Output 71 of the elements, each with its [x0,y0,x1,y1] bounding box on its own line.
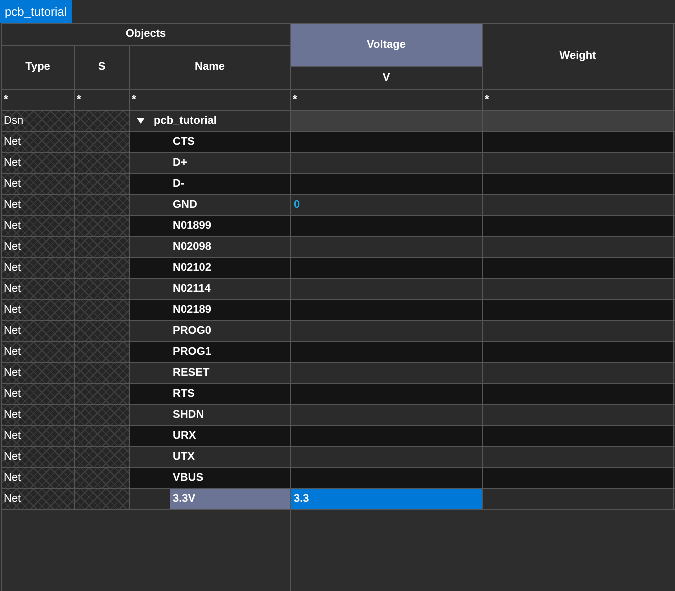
voltage-cell[interactable] [291,174,483,194]
type-cell: Net [2,237,75,257]
type-cell: Net [2,174,75,194]
filter-field[interactable]: * [483,90,674,110]
voltage-cell[interactable] [291,468,483,488]
type-cell: Dsn [2,111,75,131]
net-name[interactable]: RTS [170,384,290,404]
type-cell: Net [2,132,75,152]
net-name[interactable]: URX [170,426,290,446]
net-name[interactable]: PROG1 [170,342,290,362]
type-cell: Net [2,153,75,173]
node-name[interactable]: pcb_tutorial [154,112,217,130]
weight-cell[interactable] [483,300,674,320]
filter-field[interactable]: * [75,90,130,110]
net-name[interactable]: RESET [170,363,290,383]
type-cell: Net [2,300,75,320]
voltage-cell[interactable] [291,258,483,278]
filter-field[interactable]: * [130,90,291,110]
weight-cell[interactable] [483,174,674,194]
weight-cell[interactable] [483,468,674,488]
net-name[interactable]: CTS [170,132,290,152]
filter-field[interactable]: * [291,90,483,110]
voltage-value: 0 [294,198,300,213]
type-cell: Net [2,426,75,446]
voltage-cell[interactable] [291,216,483,236]
net-name[interactable]: N02098 [170,237,290,257]
type-cell: Net [2,363,75,383]
net-name[interactable]: N02114 [170,279,290,299]
type-cell: Net [2,447,75,467]
type-cell: Net [2,342,75,362]
weight-cell[interactable] [483,216,674,236]
voltage-cell[interactable] [291,384,483,404]
weight-cell[interactable] [483,342,674,362]
collapse-triangle-icon[interactable] [137,117,145,125]
type-cell: Net [2,195,75,215]
voltage-cell[interactable] [291,111,483,131]
net-name[interactable]: UTX [170,447,290,467]
type-cell: Net [2,405,75,425]
voltage-cell[interactable]: 3.3 [291,489,483,509]
net-name[interactable]: D- [170,174,290,194]
net-name[interactable]: SHDN [170,405,290,425]
voltage-value: 3.3 [294,492,310,507]
net-name[interactable]: N01899 [170,216,290,236]
weight-cell[interactable] [483,132,674,152]
column-header[interactable]: Voltage [291,24,483,67]
net-name[interactable]: D+ [170,153,290,173]
net-name[interactable]: N02102 [170,258,290,278]
weight-cell[interactable] [483,258,674,278]
net-name[interactable]: 3.3V [170,489,290,509]
type-cell: Net [2,216,75,236]
weight-cell[interactable] [483,426,674,446]
voltage-cell[interactable] [291,300,483,320]
filter-field[interactable]: * [2,90,75,110]
voltage-cell[interactable] [291,132,483,152]
voltage-cell[interactable]: 0 [291,195,483,215]
weight-cell[interactable] [483,111,674,131]
net-name[interactable]: GND [170,195,290,215]
document-tab[interactable]: pcb_tutorial [0,0,72,23]
net-name[interactable]: PROG0 [170,321,290,341]
column-group-header: Objects [2,24,291,46]
voltage-cell[interactable] [291,342,483,362]
type-cell: Net [2,468,75,488]
voltage-cell[interactable] [291,426,483,446]
type-cell: Net [2,384,75,404]
type-cell: Net [2,489,75,509]
type-cell: Net [2,321,75,341]
weight-cell[interactable] [483,384,674,404]
type-cell: Net [2,258,75,278]
net-name[interactable]: N02189 [170,300,290,320]
net-name[interactable]: VBUS [170,468,290,488]
type-cell: Net [2,279,75,299]
